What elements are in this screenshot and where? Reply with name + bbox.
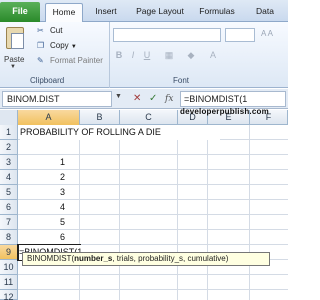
row-header-4[interactable]: 4 — [0, 170, 18, 185]
format-painter-label: Format Painter — [50, 56, 103, 65]
row-header-10[interactable]: 10 — [0, 260, 18, 275]
cut-button[interactable]: ✂ Cut — [37, 25, 62, 37]
chevron-down-icon[interactable]: ▼ — [115, 93, 122, 100]
font-name-dropdown[interactable] — [113, 28, 221, 42]
font-color-icon[interactable]: A — [207, 49, 219, 62]
copy-label: Copy — [50, 41, 69, 50]
formula-input[interactable]: =BINOMDIST(1 — [180, 91, 286, 107]
fill-color-icon[interactable]: ◆ — [185, 49, 197, 62]
row-header-7[interactable]: 7 — [0, 215, 18, 230]
row-header-2[interactable]: 2 — [0, 140, 18, 155]
format-painter-button[interactable]: ✎ Format Painter — [37, 55, 103, 67]
row-header-5[interactable]: 5 — [0, 185, 18, 200]
cell-a4[interactable]: 2 — [18, 170, 68, 185]
cell-a5[interactable]: 3 — [18, 185, 68, 200]
tooltip-arguments: , trials, probability_s, cumulative) — [112, 254, 229, 263]
font-size-dropdown[interactable] — [225, 28, 255, 42]
select-all-corner[interactable] — [0, 110, 18, 125]
chevron-down-icon[interactable]: ▼ — [71, 44, 77, 50]
tab-insert[interactable]: Insert — [88, 3, 124, 22]
name-box[interactable]: BINOM.DIST — [2, 91, 112, 107]
grow-font-icon[interactable]: A A — [261, 29, 273, 38]
cell-a7[interactable]: 5 — [18, 215, 68, 230]
borders-icon[interactable]: ▦ — [163, 49, 175, 62]
ribbon-home: Paste ▼ ✂ Cut ❐ Copy ▼ ✎ Format Painter Cli… — [0, 22, 288, 88]
gridline — [207, 125, 208, 300]
cancel-icon[interactable]: ✕ — [133, 93, 141, 105]
clipboard-group: Paste ▼ ✂ Cut ❐ Copy ▼ ✎ Format Painter Cli… — [0, 22, 110, 88]
copy-button[interactable]: ❐ Copy ▼ — [37, 40, 77, 52]
tab-file[interactable]: File — [0, 2, 40, 22]
cell-a8[interactable]: 6 — [18, 230, 68, 245]
clipboard-group-label: Clipboard — [30, 76, 65, 85]
gridline — [177, 125, 178, 300]
italic-icon[interactable]: I — [127, 49, 139, 62]
gridline — [119, 125, 120, 300]
row-header-8[interactable]: 8 — [0, 230, 18, 245]
copy-icon: ❐ — [37, 41, 45, 50]
row-header-11[interactable]: 11 — [0, 275, 18, 290]
tab-home[interactable]: Home — [45, 3, 83, 23]
watermark: developerpublish.com — [180, 107, 269, 116]
gridline — [249, 125, 250, 300]
row-header-12[interactable]: 12 — [0, 290, 18, 300]
tooltip-function[interactable]: BINOMDIST( — [27, 254, 74, 263]
enter-icon[interactable]: ✓ — [149, 93, 157, 105]
chevron-down-icon[interactable]: ▼ — [10, 64, 16, 70]
underline-icon[interactable]: U — [141, 49, 153, 62]
gridline — [18, 274, 288, 275]
paste-button[interactable]: Paste — [4, 55, 24, 64]
tab-page-layout[interactable]: Page Layout — [131, 3, 189, 22]
gridline — [18, 289, 288, 290]
insert-function-icon[interactable]: fx — [165, 93, 173, 105]
tab-data[interactable]: Data — [250, 3, 280, 22]
formula-bar: BINOM.DIST ▼ ✕ ✓ fx =BINOMDIST(1 — [0, 89, 288, 109]
paste-icon[interactable] — [6, 27, 24, 49]
paintbrush-icon: ✎ — [37, 56, 44, 65]
cell-a3[interactable]: 1 — [18, 155, 68, 170]
cell-a1[interactable]: PROBABILITY OF ROLLING A DIE — [20, 125, 220, 140]
tab-formulas[interactable]: Formulas — [196, 3, 238, 22]
font-group: A A B I U ▦ ◆ A Font — [111, 22, 288, 88]
column-header-b[interactable]: B — [80, 110, 120, 125]
gridline — [79, 125, 80, 300]
row-header-3[interactable]: 3 — [0, 155, 18, 170]
row-header-6[interactable]: 6 — [0, 200, 18, 215]
row-header-9[interactable]: 9 — [0, 245, 18, 260]
tooltip-current-argument: number_s — [74, 254, 113, 263]
function-tooltip[interactable]: BINOMDIST(number_s, trials, probability_… — [22, 252, 270, 266]
column-header-a[interactable]: A — [18, 110, 80, 125]
row-header-1[interactable]: 1 — [0, 125, 18, 140]
cut-label: Cut — [50, 26, 63, 35]
scissors-icon: ✂ — [37, 26, 44, 35]
bold-icon[interactable]: B — [113, 49, 125, 62]
font-group-label: Font — [173, 76, 190, 85]
worksheet-grid: A B C D E F 1 2 3 4 5 6 7 8 9 10 11 12 P… — [0, 110, 288, 300]
ribbon-tabs: File Home Insert Page Layout Formulas Da… — [0, 0, 288, 23]
cell-a6[interactable]: 4 — [18, 200, 68, 215]
font-format-row: B I U ▦ ◆ A — [113, 49, 283, 63]
column-header-c[interactable]: C — [120, 110, 178, 125]
